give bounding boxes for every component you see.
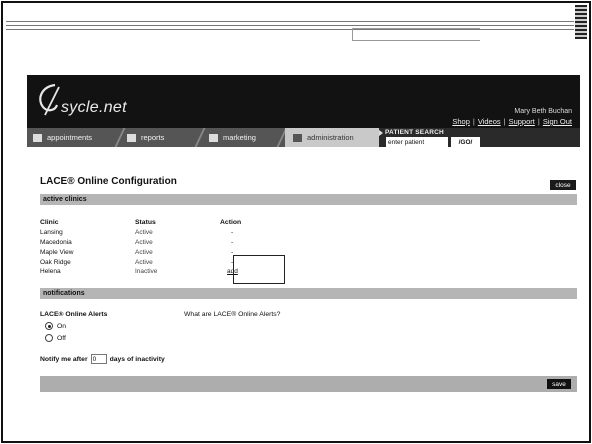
notifications-header: notifications xyxy=(40,288,577,299)
page-title: LACE® Online Configuration xyxy=(40,176,177,187)
user-name: Mary Beth Buchan xyxy=(514,108,572,115)
tab-appointments[interactable]: appointments xyxy=(33,128,123,147)
save-button[interactable]: save xyxy=(547,379,571,389)
column-header-status: Status xyxy=(135,219,156,226)
column-header-action: Action xyxy=(220,219,242,226)
alerts-help-text: What are LACE® Online Alerts? xyxy=(184,311,281,318)
table-row-clinic: Maple View xyxy=(40,249,74,256)
radio-label: On xyxy=(57,322,67,330)
notify-prefix: Notify me after xyxy=(40,355,88,363)
footer-bar: save xyxy=(40,376,577,392)
calendar-grid-icon xyxy=(33,133,42,142)
tab-administration[interactable]: administration xyxy=(285,128,379,147)
inactivity-days-input[interactable] xyxy=(90,354,107,364)
videos-link[interactable]: Videos xyxy=(478,117,501,126)
alerts-label: LACE® Online Alerts xyxy=(40,311,108,318)
radio-on[interactable] xyxy=(45,322,53,330)
logo[interactable]: sycle.net xyxy=(35,81,155,121)
table-row-clinic: Lansing xyxy=(40,229,63,236)
radio-off[interactable] xyxy=(45,334,53,342)
header: sycle.net Mary Beth Buchan Shop | Videos | S… xyxy=(27,75,580,128)
patient-search-input[interactable] xyxy=(386,137,448,147)
deco-line-2 xyxy=(6,25,574,26)
tab-label: reports xyxy=(141,133,165,142)
radio-label: Off xyxy=(57,334,66,342)
go-button[interactable]: /GO/ xyxy=(451,137,480,147)
shop-link[interactable]: Shop xyxy=(452,117,470,126)
patient-search-label: PATIENT SEARCH xyxy=(385,129,444,136)
table-row-status: Inactive xyxy=(135,268,158,275)
highlight-box xyxy=(233,255,285,284)
deco-line-3 xyxy=(6,29,574,30)
tab-label: administration xyxy=(307,133,354,142)
table-row-status: Active xyxy=(135,239,153,246)
deco-line-1 xyxy=(6,21,574,22)
sign-out-link[interactable]: Sign Out xyxy=(543,117,572,126)
patient-search: PATIENT SEARCH /GO/ xyxy=(379,128,580,147)
support-link[interactable]: Support xyxy=(509,117,535,126)
alerts-on-option[interactable]: On xyxy=(45,322,66,330)
logo-text: sycle.net xyxy=(61,99,127,116)
table-row-clinic: Macedonia xyxy=(40,239,72,246)
alerts-off-option[interactable]: Off xyxy=(45,334,66,342)
arrow-right-icon xyxy=(379,130,383,136)
table-row-status: Active xyxy=(135,249,153,256)
tab-label: appointments xyxy=(47,133,93,142)
reports-icon xyxy=(127,133,136,142)
person-icon xyxy=(293,133,302,142)
tab-bar: appointments reports marketing administr… xyxy=(27,128,580,147)
table-row-clinic: Helena xyxy=(40,268,61,275)
column-header-clinic: Clinic xyxy=(40,219,59,226)
close-button[interactable]: close xyxy=(550,180,576,190)
notify-row: Notify me after days of inactivity xyxy=(40,354,165,364)
tab-label: marketing xyxy=(223,133,256,142)
corner-mark xyxy=(575,5,587,39)
active-clinics-header: active clinics xyxy=(40,194,577,205)
table-row-clinic: Oak Ridge xyxy=(40,259,71,266)
notify-suffix: days of inactivity xyxy=(109,355,165,363)
top-links: Shop | Videos | Support | Sign Out xyxy=(452,117,572,126)
table-row-status: Active xyxy=(135,259,153,266)
envelope-icon xyxy=(209,133,218,142)
table-row-status: Active xyxy=(135,229,153,236)
table-row-action: - xyxy=(231,239,234,246)
app-window: sycle.net Mary Beth Buchan Shop | Videos | S… xyxy=(27,75,580,392)
deco-box xyxy=(352,28,480,41)
table-row-action: - xyxy=(231,229,234,236)
